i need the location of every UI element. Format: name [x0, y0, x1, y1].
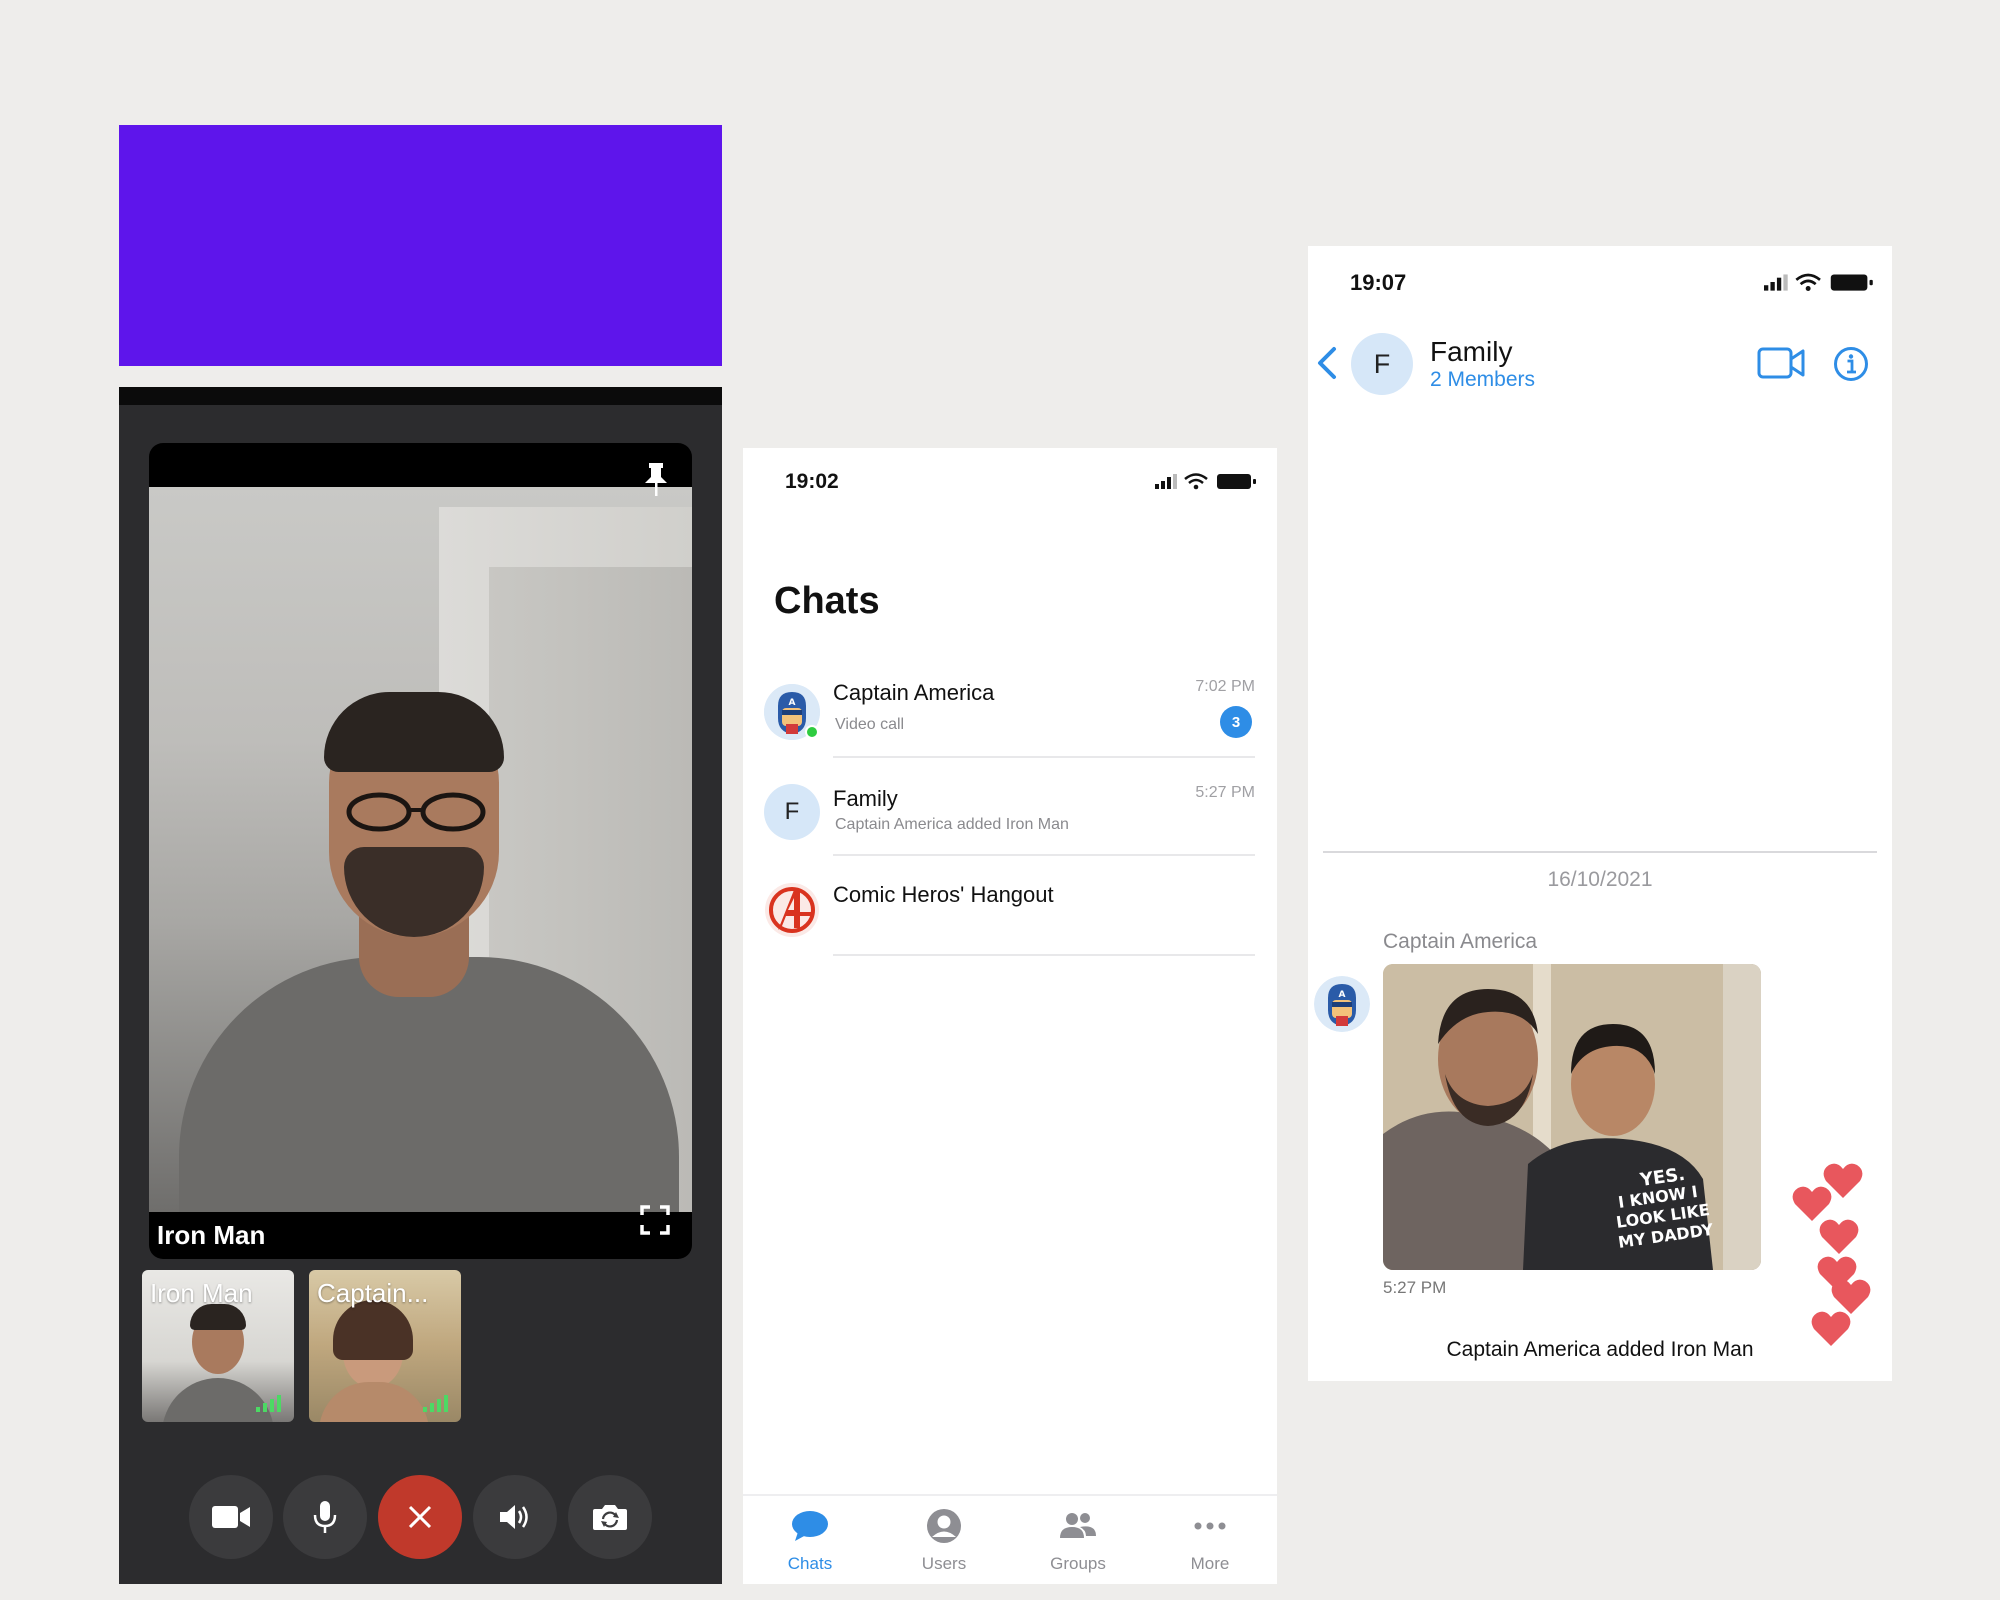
svg-text:A: A — [789, 698, 796, 708]
switch-camera-icon — [593, 1505, 627, 1530]
chat-last-message: Video call — [835, 716, 905, 733]
message-time: 5:27 PM — [1383, 1278, 1447, 1297]
divider — [833, 756, 1255, 758]
family-avatar: F — [764, 784, 820, 840]
divider — [833, 954, 1255, 956]
date-divider — [1323, 851, 1877, 853]
avengers-logo-avatar — [764, 882, 820, 938]
chat-row-comic-heros-hangout[interactable]: Comic Heros' Hangout — [743, 860, 1277, 960]
tab-label: More — [1190, 1554, 1230, 1573]
captain-america-avatar: A — [1314, 976, 1370, 1032]
speaker-icon — [500, 1505, 528, 1529]
action-message: Captain America added Iron Man — [1446, 1338, 1754, 1361]
group-avatar[interactable]: F — [1351, 333, 1413, 395]
shared-photo[interactable]: YES. I KNOW I LOOK LIKE MY DADDY — [1383, 964, 1761, 1270]
video-toggle-button[interactable] — [189, 1475, 273, 1559]
status-time: 19:02 — [785, 470, 839, 493]
bottom-tab-bar: Chats Users Groups More — [743, 1494, 1277, 1584]
heart-icon — [1811, 1311, 1851, 1346]
page-title: Chats — [774, 580, 880, 622]
group-title: Family — [1430, 336, 1513, 367]
online-status-dot — [805, 725, 819, 739]
end-call-button[interactable] — [378, 1475, 462, 1559]
info-icon[interactable] — [1833, 346, 1869, 382]
status-bar: 19:07 — [1308, 246, 1892, 316]
heart-icon — [1819, 1219, 1859, 1254]
speaker-button[interactable] — [473, 1475, 557, 1559]
group-members-count[interactable]: 2 Members — [1430, 368, 1535, 392]
fullscreen-icon[interactable] — [640, 1205, 670, 1235]
chat-time: 7:02 PM — [1195, 678, 1255, 695]
call-top-bar — [119, 387, 722, 405]
pin-icon[interactable] — [642, 461, 670, 497]
thumbnail-name: Iron Man — [150, 1278, 253, 1308]
participant-thumbnail-captain[interactable]: Captain... — [309, 1270, 461, 1422]
main-video-tile[interactable]: Iron Man — [149, 443, 692, 1259]
tab-groups[interactable]: Groups — [1011, 1496, 1145, 1586]
video-call-icon[interactable] — [1757, 346, 1805, 380]
chat-time: 5:27 PM — [1195, 784, 1255, 801]
chat-name: Comic Heros' Hangout — [833, 882, 1054, 907]
end-call-icon — [408, 1505, 432, 1529]
tab-label: Users — [921, 1554, 967, 1573]
video-camera-icon — [212, 1506, 250, 1528]
groups-icon — [1060, 1513, 1096, 1538]
signal-strength-icon — [423, 1395, 448, 1412]
purple-banner — [119, 125, 722, 366]
message-sender-name: Captain America — [1383, 930, 1538, 953]
tab-users[interactable]: Users — [877, 1496, 1011, 1586]
chat-name: Captain America — [833, 680, 995, 705]
call-controls — [189, 1475, 652, 1559]
chat-row-family[interactable]: F Family Captain America added Iron Man … — [743, 760, 1277, 860]
mute-button[interactable] — [283, 1475, 367, 1559]
tab-label: Chats — [787, 1554, 833, 1573]
status-time: 19:07 — [1350, 270, 1407, 295]
chat-name: Family — [833, 786, 898, 811]
chats-screen: 19:02 Chats A Captain America Video call — [743, 448, 1277, 1584]
thumbnail-name: Captain... — [317, 1278, 429, 1308]
date-separator: 16/10/2021 — [1547, 868, 1653, 891]
main-video-feed — [149, 487, 692, 1212]
participant-thumbnail-iron-man[interactable]: Iron Man — [142, 1270, 294, 1422]
tab-label: Groups — [1050, 1554, 1106, 1573]
user-icon — [927, 1509, 961, 1543]
video-call-screen: Iron Man Iron Man Captain... — [119, 387, 722, 1584]
status-icons — [1764, 273, 1873, 291]
divider — [833, 854, 1255, 856]
svg-text:A: A — [1339, 990, 1346, 1000]
chat-last-message: Captain America added Iron Man — [835, 816, 1069, 833]
microphone-icon — [313, 1501, 337, 1533]
more-dots-icon — [1194, 1522, 1226, 1530]
main-participant-name: Iron Man — [157, 1220, 266, 1250]
chat-row-captain-america[interactable]: A Captain America Video call 7:02 PM 3 — [743, 660, 1277, 760]
chat-bubble-icon — [792, 1511, 828, 1541]
switch-camera-button[interactable] — [568, 1475, 652, 1559]
status-icons — [1155, 473, 1256, 490]
unread-badge: 3 — [1220, 706, 1252, 738]
tab-chats[interactable]: Chats — [743, 1496, 877, 1586]
tab-more[interactable]: More — [1143, 1496, 1277, 1586]
back-chevron-icon[interactable] — [1314, 346, 1340, 380]
signal-strength-icon — [256, 1395, 281, 1412]
status-bar: 19:02 — [743, 448, 1277, 518]
